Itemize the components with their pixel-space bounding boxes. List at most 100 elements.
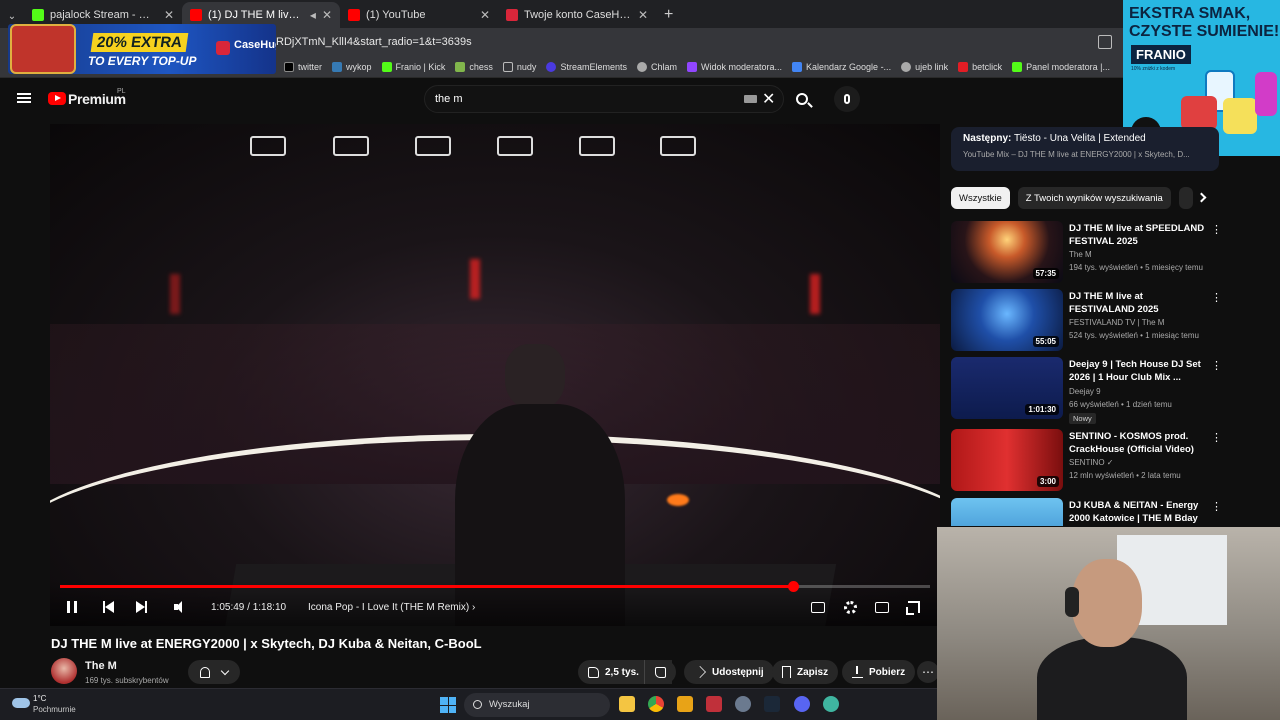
bookmark-twitter[interactable]: twitter — [284, 61, 322, 72]
chapter-title[interactable]: Icona Pop - I Love It (THE M Remix) › — [308, 602, 475, 613]
fullscreen-button[interactable] — [904, 598, 924, 616]
search-button[interactable] — [786, 85, 818, 113]
tab-2[interactable]: (1) YouTube ✕ — [340, 2, 498, 28]
video-player[interactable] — [50, 124, 940, 626]
volume-button[interactable] — [170, 598, 190, 616]
casehug-ad-banner[interactable]: 20% EXTRA TO EVERY TOP-UP CaseHug — [8, 24, 276, 74]
bookmark-google-calendar[interactable]: Kalendarz Google -... — [792, 61, 891, 72]
progress-bar[interactable] — [60, 581, 930, 592]
video-thumbnail[interactable]: 3:00 — [951, 429, 1063, 491]
chevron-down-icon — [220, 666, 230, 675]
taskbar-search[interactable]: Wyszukaj — [464, 693, 610, 717]
more-vertical-icon[interactable]: ⋮ — [1211, 500, 1221, 513]
thumbs-down-icon — [655, 666, 666, 678]
chess-icon — [455, 61, 466, 72]
keyboard-icon[interactable] — [744, 95, 757, 103]
recommendation-item[interactable]: 55:05 DJ THE M live at FESTIVALAND 2025 … — [951, 289, 1222, 353]
app-icon[interactable] — [706, 696, 722, 712]
bookmark-moderator-panel[interactable]: Panel moderatora |... — [1012, 61, 1110, 72]
recommendation-item[interactable]: 3:00 SENTINO - KOSMOS prod. CrackHouse (… — [951, 429, 1222, 493]
browser-icon[interactable] — [823, 696, 839, 712]
chip-more[interactable] — [1178, 187, 1193, 209]
menu-icon[interactable] — [17, 93, 31, 103]
chevron-right-icon[interactable] — [1196, 192, 1207, 203]
tab-3[interactable]: Twoje konto CaseHug – Ekwipu ✕ — [498, 2, 656, 28]
pause-button[interactable] — [62, 598, 82, 616]
progress-fill — [60, 585, 793, 588]
progress-scrubber[interactable] — [787, 581, 799, 592]
recommendation-channel[interactable]: The M — [1069, 250, 1092, 259]
recommendation-channel[interactable]: FESTIVALAND TV | The M — [1069, 318, 1164, 327]
gear-icon — [843, 600, 857, 614]
video-thumbnail[interactable]: 1:01:30 — [951, 357, 1063, 419]
theater-mode-button[interactable] — [872, 598, 892, 616]
file-explorer-icon[interactable] — [619, 696, 635, 712]
more-vertical-icon[interactable]: ⋮ — [1211, 431, 1222, 444]
save-button[interactable]: Zapisz — [772, 660, 839, 684]
subscribe-notifications-button[interactable] — [188, 660, 240, 684]
youtube-logo-icon[interactable] — [48, 92, 66, 105]
bookmark-chlam[interactable]: Chlam — [636, 61, 677, 72]
more-vertical-icon[interactable]: ⋮ — [1211, 359, 1222, 372]
video-thumbnail[interactable]: 55:05 — [951, 289, 1063, 351]
chip-all[interactable]: Wszystkie — [951, 187, 1010, 209]
bookmark-nudy[interactable]: nudy — [502, 61, 536, 72]
recommendation-channel[interactable]: SENTINO ✓ — [1069, 458, 1114, 467]
recommendation-item[interactable]: DJ KUBA & NEITAN - Energy 2000 Katowice … — [951, 498, 1221, 526]
kick-icon — [1012, 61, 1023, 72]
bookmark-streamelements[interactable]: StreamElements — [546, 61, 627, 72]
windows-start-icon[interactable] — [440, 697, 456, 713]
red-light — [470, 259, 480, 299]
chip-from-search[interactable]: Z Twoich wyników wyszukiwania — [1017, 187, 1171, 209]
video-thumbnail[interactable]: 57:35 — [951, 221, 1063, 283]
url-field[interactable]: RDjXTmN_KllI4&start_radio=1&t=3639s — [276, 36, 472, 48]
ad-brand: FRANIO — [1131, 45, 1191, 64]
close-icon[interactable]: ✕ — [638, 8, 648, 22]
recommendation-item[interactable]: 1:01:30 Deejay 9 | Tech House DJ Set 202… — [951, 357, 1222, 424]
clear-search-icon[interactable]: ✕ — [762, 89, 775, 109]
duration-badge: 57:35 — [1032, 268, 1059, 279]
previous-button[interactable] — [99, 598, 119, 616]
more-vertical-icon[interactable]: ⋮ — [1211, 291, 1222, 304]
more-vertical-icon[interactable]: ⋮ — [1211, 223, 1222, 236]
bookmark-moderator-view[interactable]: Widok moderatora... — [686, 61, 782, 72]
speaker-icon[interactable]: ◂ — [310, 8, 316, 22]
discord-icon[interactable] — [794, 696, 810, 712]
dislike-button[interactable] — [644, 660, 676, 684]
close-icon[interactable]: ✕ — [480, 8, 490, 22]
chrome-icon[interactable] — [648, 696, 664, 712]
recommendation-item[interactable]: 57:35 DJ THE M live at SPEEDLAND FESTIVA… — [951, 221, 1222, 285]
region-code: PL — [117, 88, 126, 95]
bookmark-ujeb-link[interactable]: ujeb link — [901, 61, 948, 72]
stage-light — [250, 136, 286, 156]
steam-icon[interactable] — [764, 696, 780, 712]
settings-button[interactable] — [840, 598, 860, 616]
app-icon[interactable] — [677, 696, 693, 712]
x-icon — [284, 61, 294, 72]
channel-name[interactable]: The M — [85, 660, 117, 672]
up-next-card[interactable]: Następny: Tiësto - Una Velita | Extended… — [951, 127, 1219, 171]
video-thumbnail[interactable] — [951, 498, 1063, 526]
settings-icon[interactable] — [735, 696, 751, 712]
voice-search-button[interactable] — [834, 86, 860, 112]
next-button[interactable] — [131, 598, 151, 616]
bookmark-betclick[interactable]: betclick — [958, 61, 1002, 72]
cloud-icon[interactable] — [12, 698, 30, 708]
search-input[interactable]: the m — [424, 85, 784, 113]
recommendation-channel[interactable]: Deejay 9 — [1069, 387, 1101, 396]
subtitles-button[interactable] — [808, 598, 828, 616]
stage-light — [579, 136, 615, 156]
bookmark-franio-kick[interactable]: Franio | Kick — [381, 61, 445, 72]
cast-icon[interactable] — [1098, 35, 1112, 49]
microphone-icon — [844, 94, 850, 104]
close-icon[interactable]: ✕ — [322, 8, 332, 22]
more-actions-button[interactable]: ⋯ — [917, 661, 939, 683]
close-icon[interactable]: ✕ — [164, 8, 174, 22]
download-button[interactable]: Pobierz — [842, 660, 916, 684]
channel-avatar[interactable] — [51, 658, 77, 684]
bookmark-chess[interactable]: chess — [455, 61, 493, 72]
bookmark-wykop[interactable]: wykop — [332, 61, 372, 72]
new-tab-button[interactable]: + — [656, 2, 681, 28]
share-button[interactable]: Udostępnij — [684, 660, 774, 684]
taskbar: 1°C Pochmurnie Wyszukaj — [0, 688, 937, 720]
